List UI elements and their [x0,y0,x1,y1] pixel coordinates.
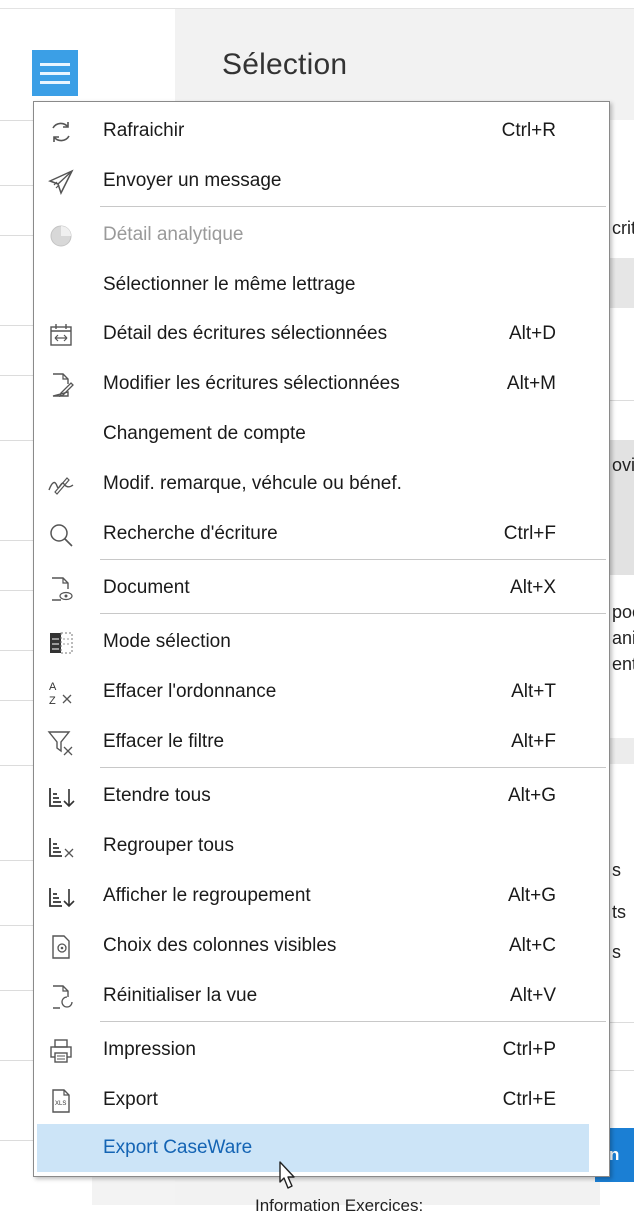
menu-item-shortcut: Alt+T [511,681,556,702]
menu-item-effacer-ordonnance[interactable]: AZ Effacer l'ordonnance Alt+T [37,668,606,716]
menu-item-label: Choix des colonnes visibles [103,935,337,956]
menu-item-label: Détail analytique [103,224,244,245]
search-icon [47,521,75,549]
menu-item-shortcut: Alt+D [509,323,556,344]
menu-item-shortcut: Ctrl+F [503,523,556,544]
svg-text:Z: Z [49,695,56,707]
menu-item-export[interactable]: XLS Export Ctrl+E [37,1076,606,1124]
hamburger-bar [40,71,70,75]
menu-item-shortcut: Alt+X [510,577,556,598]
edit-document-icon [47,371,75,399]
menu-item-label: Recherche d'écriture [103,523,278,544]
menu-separator [100,613,606,614]
menu-item-label: Export [103,1089,158,1110]
show-grouping-icon [47,883,75,911]
menu-item-etendre-tous[interactable]: Etendre tous Alt+G [37,772,606,820]
refresh-icon [47,118,75,146]
menu-item-label: Détail des écritures sélectionnées [103,323,388,344]
menu-item-selectionner-lettrage[interactable]: Sélectionner le même lettrage [37,261,606,309]
bg-text-fragment: ani [612,628,634,648]
menu-item-modifier-ecritures[interactable]: Modifier les écritures sélectionnées Alt… [37,360,606,408]
menu-item-effacer-filtre[interactable]: Effacer le filtre Alt+F [37,718,606,766]
menu-item-label: Etendre tous [103,785,211,806]
menu-item-label: Impression [103,1039,196,1060]
menu-item-mode-selection[interactable]: Mode sélection [37,618,606,666]
menu-item-label: Effacer le filtre [103,731,225,752]
menu-item-label: Changement de compte [103,423,306,444]
printer-icon [47,1037,75,1065]
svg-text:XLS: XLS [55,1101,66,1107]
menu-item-changement-compte[interactable]: Changement de compte [37,410,606,458]
menu-item-rafraichir[interactable]: Rafraichir Ctrl+R [37,107,606,155]
page-title: Sélection [222,48,348,81]
menu-item-regrouper-tous[interactable]: Regrouper tous [37,822,606,870]
top-divider [0,8,634,9]
menu-item-label: Rafraichir [103,120,185,141]
menu-item-label: Document [103,577,190,598]
bg-text-fragment: ovi. [612,455,634,475]
context-menu: Rafraichir Ctrl+R Envoyer un message Dét… [33,101,610,1177]
svg-text:A: A [49,681,57,693]
pie-chart-icon [47,222,75,250]
menu-item-label: Modif. remarque, véhcule ou bénef. [103,473,402,494]
menu-separator [100,1021,606,1022]
menu-item-label: Modifier les écritures sélectionnées [103,373,400,394]
menu-item-reinitialiser-vue[interactable]: Réinitialiser la vue Alt+V [37,972,606,1020]
edit-signature-icon [47,471,75,499]
menu-item-shortcut: Ctrl+E [502,1089,556,1110]
menu-separator [100,206,606,207]
menu-item-label: Effacer l'ordonnance [103,681,277,702]
hamburger-bar [40,80,70,84]
bg-text-fragment: crit [612,218,634,238]
menu-item-impression[interactable]: Impression Ctrl+P [37,1026,606,1074]
menu-item-shortcut: Alt+V [510,985,556,1006]
menu-separator [100,767,606,768]
bg-text-fragment: s [612,942,621,962]
menu-item-modif-remarque[interactable]: Modif. remarque, véhcule ou bénef. [37,460,606,508]
menu-item-document[interactable]: Document Alt+X [37,564,606,612]
document-view-icon [47,575,75,603]
mouse-pointer-icon [268,1160,296,1201]
menu-item-shortcut: Alt+M [506,373,556,394]
bg-text-fragment: s [612,860,621,880]
menu-item-envoyer-message[interactable]: Envoyer un message [37,157,606,205]
reset-view-icon [47,983,75,1011]
menu-item-label: Regrouper tous [103,835,234,856]
menu-item-export-caseware[interactable]: Export CaseWare [37,1124,589,1172]
hamburger-bar [40,62,70,66]
bg-text-fragment: ent [612,654,634,674]
menu-item-afficher-regroupement[interactable]: Afficher le regroupement Alt+G [37,872,606,920]
menu-item-shortcut: Alt+C [509,935,556,956]
menu-item-label: Afficher le regroupement [103,885,311,906]
export-xls-icon: XLS [47,1087,75,1115]
menu-item-label: Sélectionner le même lettrage [103,274,356,295]
menu-item-detail-analytique: Détail analytique [37,211,606,259]
columns-settings-icon [47,933,75,961]
bg-text-fragment: poc [612,602,634,622]
send-icon [47,168,75,196]
menu-item-detail-ecritures[interactable]: Détail des écritures sélectionnées Alt+D [37,310,606,358]
menu-item-choix-colonnes[interactable]: Choix des colonnes visibles Alt+C [37,922,606,970]
clear-filter-icon [47,729,75,757]
calendar-expand-icon [47,321,75,349]
menu-item-shortcut: Alt+G [507,785,556,806]
selection-mode-icon [47,629,75,657]
menu-separator [100,559,606,560]
menu-item-shortcut: Ctrl+P [502,1039,556,1060]
menu-item-label: Mode sélection [103,631,231,652]
menu-item-recherche-ecriture[interactable]: Recherche d'écriture Ctrl+F [37,510,606,558]
menu-item-shortcut: Ctrl+R [501,120,556,141]
menu-item-shortcut: Alt+F [511,731,556,752]
expand-all-icon [47,783,75,811]
hamburger-menu-button[interactable] [32,50,78,96]
menu-item-label: Envoyer un message [103,170,282,191]
bg-text-fragment: ts [612,902,627,922]
clear-sort-icon: AZ [47,679,75,707]
menu-item-shortcut: Alt+G [507,885,556,906]
menu-item-label: Réinitialiser la vue [103,985,258,1006]
menu-item-label: Export CaseWare [103,1137,253,1158]
collapse-all-icon [47,833,75,861]
